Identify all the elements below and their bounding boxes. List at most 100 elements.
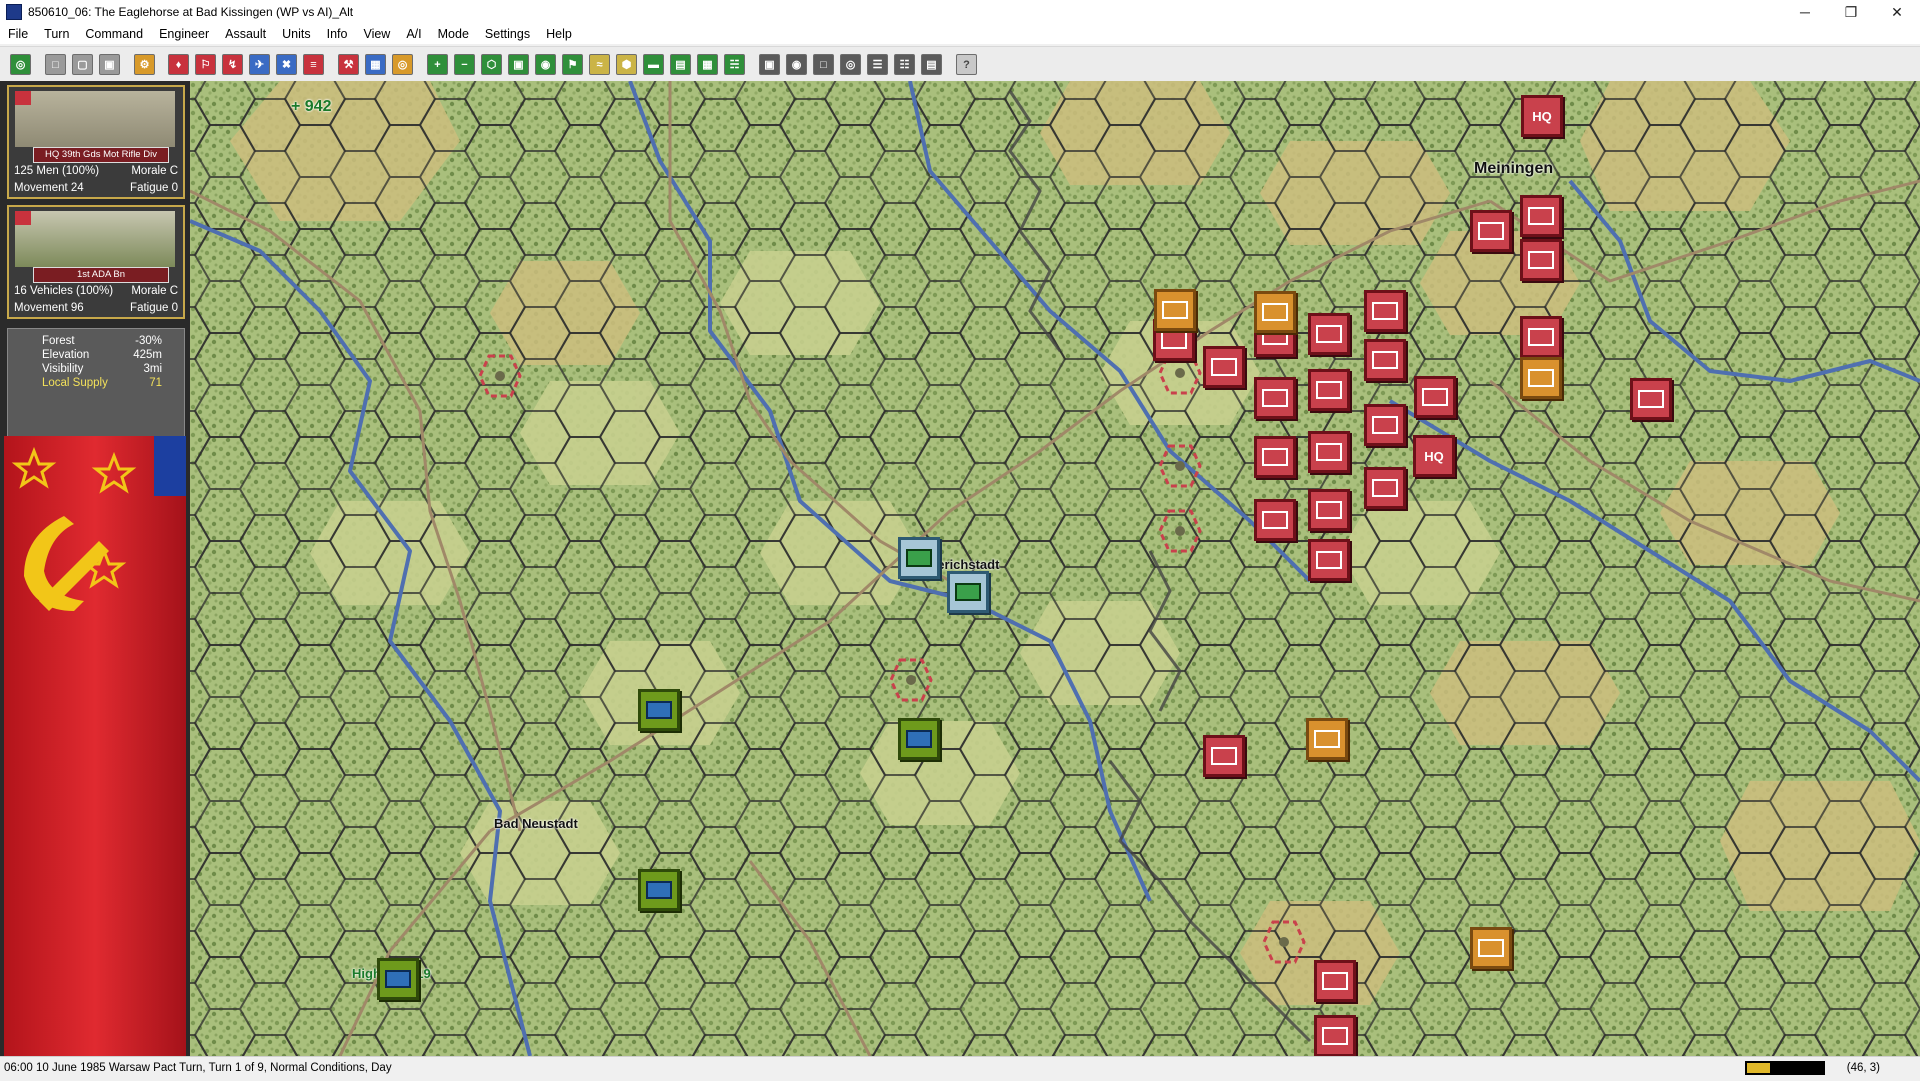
nato-unit-counter[interactable] [898, 718, 940, 760]
unit-counter[interactable] [1308, 489, 1350, 531]
unit-counter[interactable] [1254, 377, 1296, 419]
org-chart-icon[interactable]: ☷ [894, 54, 915, 75]
unit-counter[interactable] [1203, 735, 1245, 777]
menu-file[interactable]: File [0, 27, 36, 41]
unit-counter[interactable] [1308, 369, 1350, 411]
center-unit-icon[interactable]: ◎ [10, 54, 31, 75]
unit-counter[interactable] [1254, 499, 1296, 541]
unit-strength: 16 Vehicles (100%) [14, 285, 114, 297]
menu-command[interactable]: Command [77, 27, 151, 41]
unit-counter-support[interactable] [1470, 927, 1512, 969]
toolbar: ◎ □ ▢ ▣ ⚙ ♦ ⚐ ↯ ✈ ✖ ≡ ⚒ ▦ ◎ + − ⬡ ▣ ◉ ⚑ … [0, 46, 1920, 82]
save-icon[interactable]: ▣ [99, 54, 120, 75]
nato-unit-counter[interactable] [898, 537, 940, 579]
fire-icon[interactable]: ♦ [168, 54, 189, 75]
objective-marker[interactable] [478, 354, 522, 398]
binoculars-icon[interactable]: ◉ [786, 54, 807, 75]
unit-counter[interactable] [1308, 431, 1350, 473]
objective-marker[interactable] [1158, 509, 1202, 553]
contour-icon[interactable]: ≈ [589, 54, 610, 75]
unit-card-hq[interactable]: HQ 39th Gds Mot Rifle Div 125 Men (100%)… [7, 85, 185, 199]
app-icon [6, 4, 22, 20]
assault-icon[interactable]: ⚐ [195, 54, 216, 75]
menu-engineer[interactable]: Engineer [151, 27, 217, 41]
game-map[interactable]: + 942 Meiningen Mellerichstadt Bad Neust… [190, 81, 1920, 1056]
unit-counter-support[interactable] [1254, 291, 1296, 333]
network-icon[interactable]: ☵ [724, 54, 745, 75]
mine-icon[interactable]: ◎ [392, 54, 413, 75]
restore-button[interactable]: ❐ [1828, 0, 1874, 24]
hex-outline-icon[interactable]: ⬢ [616, 54, 637, 75]
engineer-icon[interactable]: ⚒ [338, 54, 359, 75]
settings-icon[interactable]: ⚙ [134, 54, 155, 75]
unit-counter[interactable] [1364, 404, 1406, 446]
nato-unit-counter[interactable] [638, 689, 680, 731]
objective-marker[interactable] [1158, 444, 1202, 488]
air-icon[interactable]: ✈ [249, 54, 270, 75]
unit-counter[interactable] [1520, 195, 1562, 237]
objective-marker[interactable] [889, 658, 933, 702]
nato-unit-counter[interactable] [638, 869, 680, 911]
map-icon[interactable]: ▦ [697, 54, 718, 75]
artillery-icon[interactable]: ↯ [222, 54, 243, 75]
unit-counter[interactable] [1254, 436, 1296, 478]
hex-grid-icon[interactable]: ⬡ [481, 54, 502, 75]
unit-morale: Morale C [131, 285, 178, 297]
menu-units[interactable]: Units [274, 27, 318, 41]
unit-counter[interactable] [1314, 960, 1356, 1002]
unit-counter[interactable] [1470, 210, 1512, 252]
unit-fatigue: Fatigue 0 [130, 182, 178, 194]
lock-icon[interactable]: ▣ [759, 54, 780, 75]
unit-counter-support[interactable] [1306, 718, 1348, 760]
menu-mode[interactable]: Mode [430, 27, 477, 41]
minimize-button[interactable]: ─ [1782, 0, 1828, 24]
unit-counter[interactable] [1520, 239, 1562, 281]
menu-assault[interactable]: Assault [217, 27, 274, 41]
unit-counter[interactable] [1364, 467, 1406, 509]
unit-counter[interactable] [1520, 316, 1562, 358]
cross-icon[interactable]: ✖ [276, 54, 297, 75]
menu-turn[interactable]: Turn [36, 27, 77, 41]
unit-counter-hq[interactable]: HQ [1413, 435, 1455, 477]
zoom-in-icon[interactable]: + [427, 54, 448, 75]
unit-info-icon[interactable]: □ [813, 54, 834, 75]
hq-icon[interactable]: ◎ [840, 54, 861, 75]
nato-unit-counter[interactable] [377, 958, 419, 1000]
menu-help[interactable]: Help [538, 27, 580, 41]
unit-card-ada[interactable]: 1st ADA Bn 16 Vehicles (100%) Morale C M… [7, 205, 185, 319]
unit-counter-support[interactable] [1520, 357, 1562, 399]
close-button[interactable]: ✕ [1874, 0, 1920, 24]
help-icon[interactable]: ? [956, 54, 977, 75]
unit-counter[interactable] [1308, 539, 1350, 581]
map-frame-icon[interactable]: ▣ [508, 54, 529, 75]
bridge-icon[interactable]: ▦ [365, 54, 386, 75]
menu-view[interactable]: View [355, 27, 398, 41]
nato-unit-counter[interactable] [947, 571, 989, 613]
unit-counter-support[interactable] [1154, 289, 1196, 331]
hex-map-terrain [190, 81, 1920, 1056]
unit-counter[interactable] [1308, 313, 1350, 355]
new-file-icon[interactable]: □ [45, 54, 66, 75]
flag-icon[interactable]: ⚑ [562, 54, 583, 75]
unit-counter[interactable] [1364, 339, 1406, 381]
report-icon[interactable]: ▤ [921, 54, 942, 75]
zoom-out-icon[interactable]: − [454, 54, 475, 75]
unit-counter[interactable] [1414, 376, 1456, 418]
open-folder-icon[interactable]: ▢ [72, 54, 93, 75]
eye-icon[interactable]: ◉ [535, 54, 556, 75]
objective-marker[interactable] [1262, 920, 1306, 964]
menu-ai[interactable]: A/I [398, 27, 429, 41]
unit-counter[interactable] [1364, 290, 1406, 332]
unit-counter[interactable] [1203, 346, 1245, 388]
supply-label: Local Supply [42, 377, 108, 389]
unit-counter[interactable] [1630, 378, 1672, 420]
unit-portrait [15, 91, 175, 147]
list-icon[interactable]: ≡ [303, 54, 324, 75]
unit-base-icon[interactable]: ▬ [643, 54, 664, 75]
menu-info[interactable]: Info [319, 27, 356, 41]
unit-counter-hq[interactable]: HQ [1521, 95, 1563, 137]
menu-settings[interactable]: Settings [477, 27, 538, 41]
stack-icon[interactable]: ☰ [867, 54, 888, 75]
unit-counter[interactable] [1314, 1015, 1356, 1056]
screen-icon[interactable]: ▤ [670, 54, 691, 75]
